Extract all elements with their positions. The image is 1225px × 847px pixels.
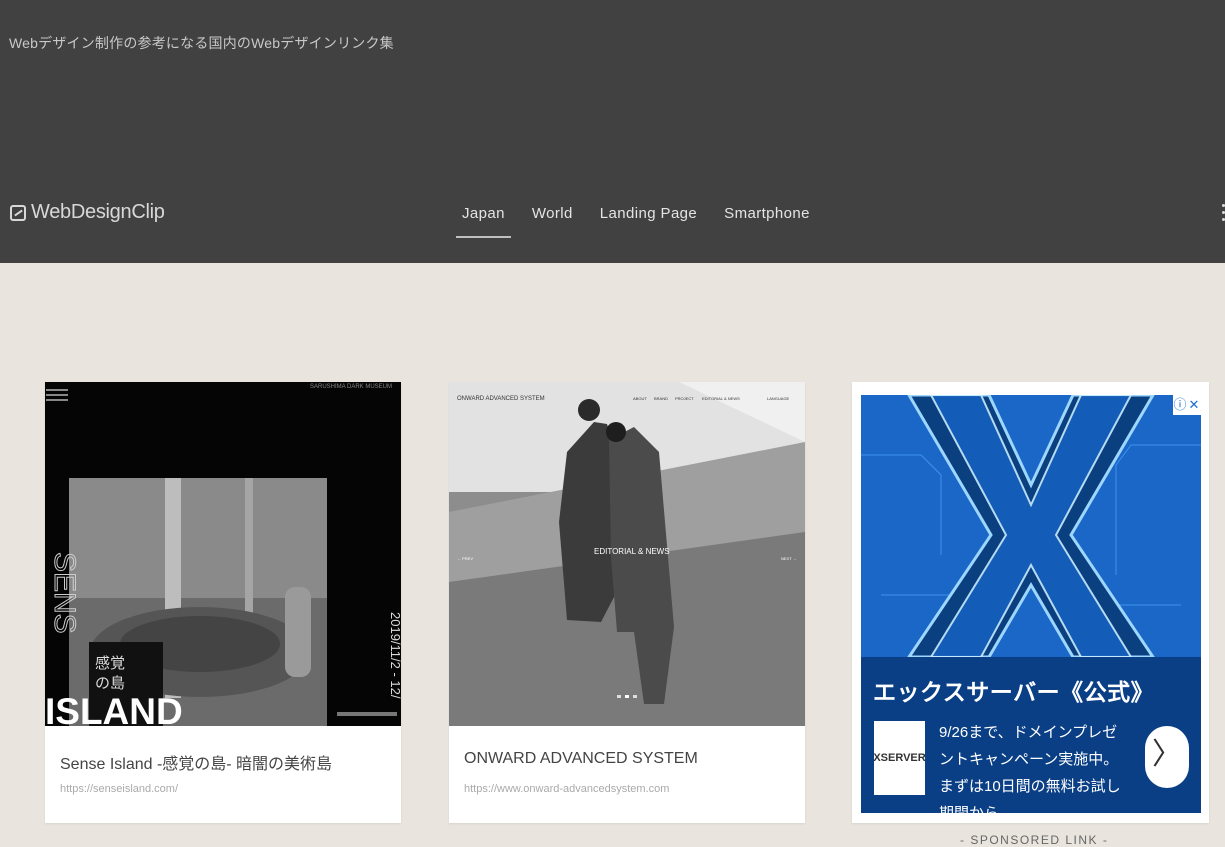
ad-logo: XSERVER [873,721,926,795]
nav-landing-page[interactable]: Landing Page [594,198,703,238]
svg-text:SARUSHIMA DARK MUSEUM: SARUSHIMA DARK MUSEUM [310,384,392,390]
card-url[interactable]: https://www.onward-advancedsystem.com [464,783,669,795]
site-card-onward[interactable]: ONWARD ADVANCED SYSTEM ABOUT BRAND PROJE… [449,382,805,823]
main-nav: Japan World Landing Page Smartphone [456,198,831,238]
nav-smartphone[interactable]: Smartphone [718,198,816,238]
ad-description[interactable]: 9/26まで、ドメインプレゼントキャンペーン実施中。まずは10日間の無料お試し期… [939,719,1129,813]
logo-icon [10,204,26,221]
kebab-menu-icon[interactable] [1219,204,1225,225]
svg-text:ONWARD ADVANCED SYSTEM: ONWARD ADVANCED SYSTEM [457,396,545,402]
ad-title[interactable]: エックスサーバー《公式》 [873,673,1154,707]
svg-text:SENS: SENS [48,552,81,634]
svg-text:NEXT →: NEXT → [781,556,797,561]
card-url[interactable]: https://senseisland.com/ [60,783,178,795]
svg-text:← PREV: ← PREV [457,556,473,561]
card-title[interactable]: ONWARD ADVANCED SYSTEM [464,750,698,768]
svg-text:の島: の島 [95,674,125,692]
card-title[interactable]: Sense Island -感覚の島- 暗闇の美術島 [60,750,332,774]
svg-text:EDITORIAL & NEWS: EDITORIAL & NEWS [594,547,670,556]
svg-text:LANGUAGE: LANGUAGE [767,396,790,401]
svg-text:2019/11/2 - 12/: 2019/11/2 - 12/ [388,612,401,699]
xserver-ad[interactable]: ⓘ ✕ エックスサーバー《公式》 XSERVER 9/26まで、ドメインプレゼン… [861,395,1201,813]
logo-text: WebDesignClip [31,201,165,223]
svg-text:EDITORIAL & NEWS: EDITORIAL & NEWS [702,396,740,401]
svg-text:BRAND: BRAND [654,396,668,401]
ad-badge[interactable]: ⓘ ✕ [1173,395,1201,415]
site-header: Webデザイン制作の参考になる国内のWebデザインリンク集 WebDesignC… [0,0,1225,263]
ad-close-icon[interactable]: ✕ [1187,395,1201,415]
svg-text:ISLAND: ISLAND [45,691,183,726]
site-logo[interactable]: WebDesignClip [10,201,165,224]
svg-text:ABOUT: ABOUT [633,396,647,401]
svg-text:PROJECT: PROJECT [675,396,694,401]
chevron-right-icon[interactable]: 〉 [1145,726,1189,788]
ad-container: ⓘ ✕ エックスサーバー《公式》 XSERVER 9/26まで、ドメインプレゼン… [852,382,1209,823]
card-thumbnail[interactable]: ONWARD ADVANCED SYSTEM ABOUT BRAND PROJE… [449,382,805,726]
nav-world[interactable]: World [526,198,579,238]
ad-info-icon[interactable]: ⓘ [1173,395,1187,415]
card-thumbnail[interactable]: SARUSHIMA DARK MUSEUM 感覚 の島 ISLAND SENS … [45,382,401,726]
nav-japan[interactable]: Japan [456,198,511,238]
sponsored-label: - SPONSORED LINK - [960,833,1109,847]
site-card-sense-island[interactable]: SARUSHIMA DARK MUSEUM 感覚 の島 ISLAND SENS … [45,382,401,823]
site-tagline: Webデザイン制作の参考になる国内のWebデザインリンク集 [9,35,394,51]
svg-text:感覚: 感覚 [95,654,125,672]
